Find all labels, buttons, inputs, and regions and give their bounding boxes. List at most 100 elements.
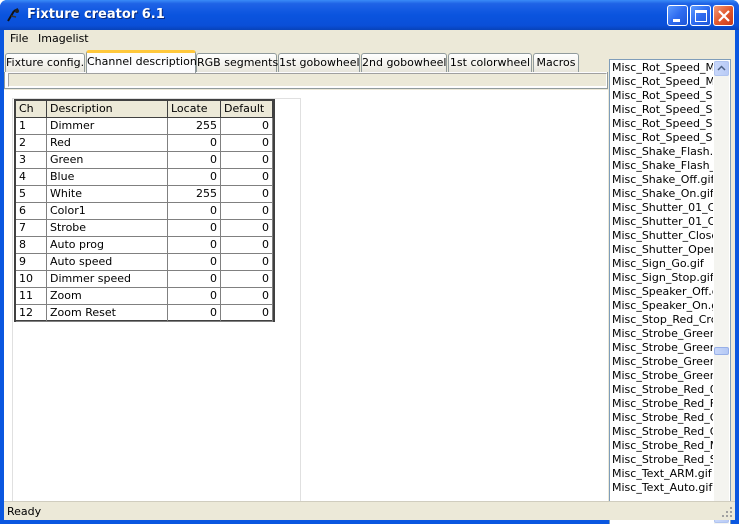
cell-description[interactable]: Auto prog (47, 237, 168, 254)
list-item[interactable]: Misc_Strobe_Red_0 (612, 383, 713, 397)
cell-default[interactable]: 0 (221, 220, 273, 237)
header-default[interactable]: Default (221, 101, 273, 118)
maximize-button[interactable] (690, 5, 711, 26)
cell-ch[interactable]: 2 (16, 135, 47, 152)
cell-locate[interactable]: 0 (168, 203, 221, 220)
minimize-button[interactable] (667, 5, 688, 26)
table-row[interactable]: 11 Zoom 0 0 (16, 288, 273, 305)
cell-ch[interactable]: 4 (16, 169, 47, 186)
imagelist-scrollbar[interactable] (714, 61, 729, 524)
cell-default[interactable]: 0 (221, 288, 273, 305)
resize-grip-icon[interactable] (721, 506, 733, 518)
cell-ch[interactable]: 7 (16, 220, 47, 237)
list-item[interactable]: Misc_Shutter_01_Op (612, 215, 713, 229)
cell-ch[interactable]: 8 (16, 237, 47, 254)
list-item[interactable]: Misc_Strobe_Red_G (612, 411, 713, 425)
list-item[interactable]: Misc_Strobe_Red_F (612, 397, 713, 411)
cell-description[interactable]: Auto speed (47, 254, 168, 271)
cell-description[interactable]: Green (47, 152, 168, 169)
cell-description[interactable]: Zoom Reset (47, 305, 168, 322)
list-item[interactable]: Misc_Stop_Red_Crc (612, 313, 713, 327)
cell-locate[interactable]: 0 (168, 220, 221, 237)
cell-ch[interactable]: 1 (16, 118, 47, 135)
cell-locate[interactable]: 0 (168, 254, 221, 271)
table-row[interactable]: 12 Zoom Reset 0 0 (16, 305, 273, 322)
table-row[interactable]: 10 Dimmer speed 0 0 (16, 271, 273, 288)
list-item[interactable]: Misc_Speaker_Off.g (612, 285, 713, 299)
cell-description[interactable]: Dimmer speed (47, 271, 168, 288)
tab-1st-gobowheel[interactable]: 1st gobowheel (278, 53, 360, 72)
cell-locate[interactable]: 0 (168, 271, 221, 288)
header-locate[interactable]: Locate (168, 101, 221, 118)
list-item[interactable]: Misc_Strobe_Green (612, 327, 713, 341)
table-row[interactable]: 7 Strobe 0 0 (16, 220, 273, 237)
list-item[interactable]: Misc_Shake_Off.gif (612, 173, 713, 187)
menu-file[interactable]: File (7, 32, 31, 45)
close-button[interactable] (713, 5, 734, 26)
header-description[interactable]: Description (47, 101, 168, 118)
table-row[interactable]: 1 Dimmer 255 0 (16, 118, 273, 135)
cell-ch[interactable]: 3 (16, 152, 47, 169)
list-item[interactable]: Misc_Strobe_Red_G (612, 425, 713, 439)
cell-default[interactable]: 0 (221, 203, 273, 220)
list-item[interactable]: Misc_Strobe_Green (612, 369, 713, 383)
cell-default[interactable]: 0 (221, 152, 273, 169)
title-bar[interactable]: Fixture creator 6.1 (0, 0, 739, 30)
list-item[interactable]: Misc_Strobe_Red_M (612, 439, 713, 453)
scroll-thumb[interactable] (714, 347, 729, 355)
tab-channel-description[interactable]: Channel description (86, 50, 197, 73)
cell-description[interactable]: White (47, 186, 168, 203)
list-item[interactable]: Misc_Rot_Speed_Mc (612, 61, 713, 75)
list-item[interactable]: Misc_Rot_Speed_Mc (612, 75, 713, 89)
header-ch[interactable]: Ch (16, 101, 47, 118)
list-item[interactable]: Misc_Shake_Flash_ (612, 159, 713, 173)
table-row[interactable]: 9 Auto speed 0 0 (16, 254, 273, 271)
cell-ch[interactable]: 9 (16, 254, 47, 271)
list-item[interactable]: Misc_Strobe_Red_S (612, 453, 713, 467)
list-item[interactable]: Misc_Shutter_Open (612, 243, 713, 257)
scroll-up-button[interactable] (714, 61, 729, 76)
cell-locate[interactable]: 255 (168, 118, 221, 135)
cell-locate[interactable]: 0 (168, 288, 221, 305)
tab-rgb-segments[interactable]: RGB segments (196, 53, 278, 72)
list-item[interactable]: Misc_Strobe_Green (612, 355, 713, 369)
channel-grid[interactable]: Ch Description Locate Default 1 Dimmer 255… (14, 99, 275, 322)
tab-macros[interactable]: Macros (533, 53, 579, 72)
cell-default[interactable]: 0 (221, 169, 273, 186)
list-item[interactable]: Misc_Sign_Stop.gif (612, 271, 713, 285)
cell-default[interactable]: 0 (221, 135, 273, 152)
cell-ch[interactable]: 6 (16, 203, 47, 220)
list-item[interactable]: Misc_Rot_Speed_Sc (612, 89, 713, 103)
tab-2nd-gobowheel[interactable]: 2nd gobowheel (361, 53, 447, 72)
cell-ch[interactable]: 10 (16, 271, 47, 288)
table-row[interactable]: 5 White 255 0 (16, 186, 273, 203)
cell-description[interactable]: Dimmer (47, 118, 168, 135)
table-row[interactable]: 8 Auto prog 0 0 (16, 237, 273, 254)
menu-imagelist[interactable]: Imagelist (35, 32, 92, 45)
cell-description[interactable]: Color1 (47, 203, 168, 220)
cell-locate[interactable]: 0 (168, 152, 221, 169)
table-row[interactable]: 4 Blue 0 0 (16, 169, 273, 186)
cell-ch[interactable]: 11 (16, 288, 47, 305)
cell-locate[interactable]: 0 (168, 169, 221, 186)
table-row[interactable]: 6 Color1 0 0 (16, 203, 273, 220)
cell-description[interactable]: Strobe (47, 220, 168, 237)
cell-locate[interactable]: 255 (168, 186, 221, 203)
list-item[interactable]: Misc_Shake_Flash.gi (612, 145, 713, 159)
list-item[interactable]: Misc_Rot_Speed_SS (612, 131, 713, 145)
list-item[interactable]: Misc_Text_Auto.gif (612, 481, 713, 495)
imagelist-listbox[interactable]: Misc_Rot_Speed_Mc Misc_Rot_Speed_Mc Misc_R… (609, 59, 731, 524)
list-item[interactable]: Misc_Shutter_Close (612, 229, 713, 243)
cell-ch[interactable]: 12 (16, 305, 47, 322)
cell-default[interactable]: 0 (221, 271, 273, 288)
table-row[interactable]: 3 Green 0 0 (16, 152, 273, 169)
list-item[interactable]: Misc_Shutter_01_Cl (612, 201, 713, 215)
cell-default[interactable]: 0 (221, 118, 273, 135)
cell-default[interactable]: 0 (221, 237, 273, 254)
cell-ch[interactable]: 5 (16, 186, 47, 203)
list-item[interactable]: Misc_Shake_On.gif (612, 187, 713, 201)
cell-locate[interactable]: 0 (168, 305, 221, 322)
cell-locate[interactable]: 0 (168, 237, 221, 254)
cell-default[interactable]: 0 (221, 186, 273, 203)
cell-default[interactable]: 0 (221, 305, 273, 322)
